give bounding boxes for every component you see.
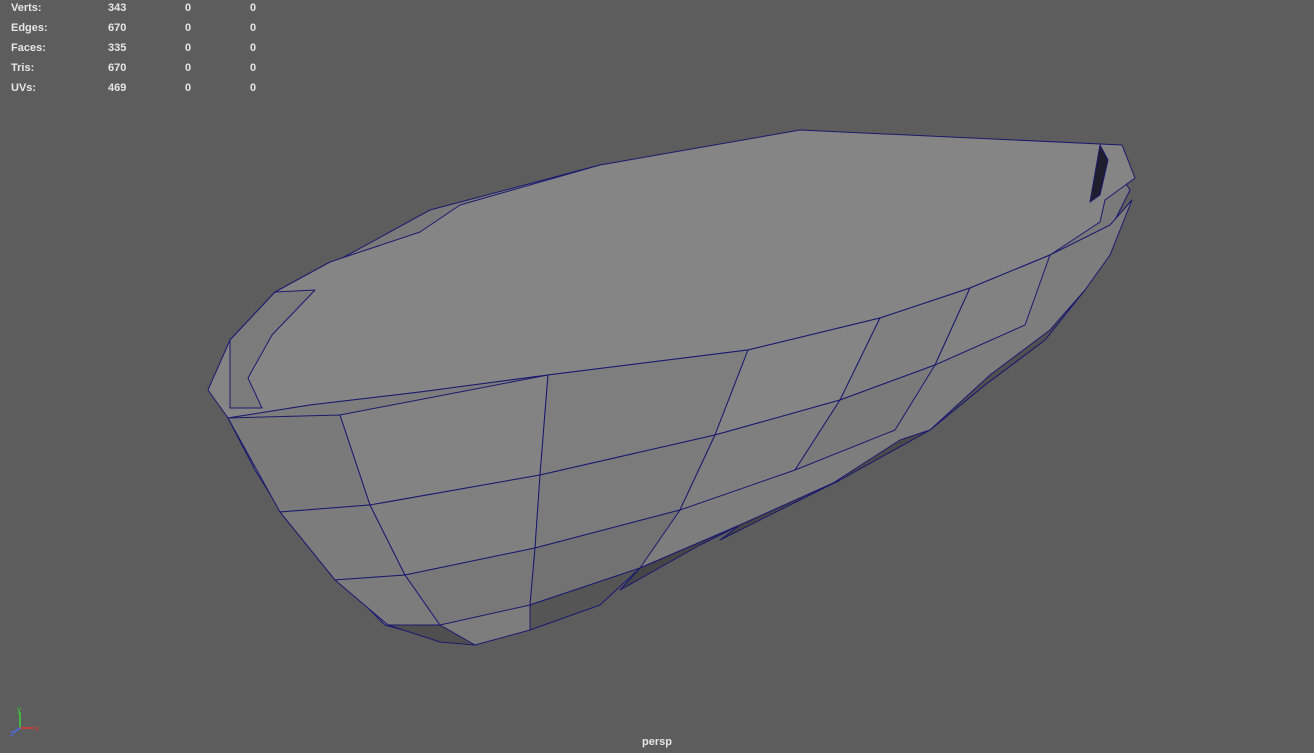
gizmo-y-label: y — [17, 705, 21, 714]
boat-mesh[interactable] — [0, 0, 1314, 753]
perspective-viewport[interactable]: Verts: 343 0 0 Edges: 670 0 0 Faces: 335… — [0, 0, 1314, 753]
camera-name-label: persp — [642, 736, 672, 748]
axis-gizmo: y x z — [10, 705, 39, 738]
gizmo-x-label: x — [35, 724, 39, 733]
